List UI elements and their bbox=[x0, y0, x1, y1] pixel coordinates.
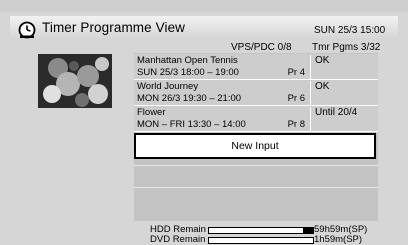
programme-name: Manhattan Open Tennis bbox=[137, 55, 238, 66]
vps-pdc-count: VPS/PDC 0/8 bbox=[231, 42, 292, 53]
programme-schedule: MON 26/3 19:30 – 21:00 bbox=[137, 93, 242, 104]
hdd-remain-fill bbox=[302, 228, 313, 233]
programme-schedule: SUN 25/3 18:00 – 19:00 bbox=[137, 67, 239, 78]
programme-schedule: MON – FRI 13:30 – 14:00 bbox=[137, 119, 246, 130]
current-datetime: SUN 25/3 15:00 bbox=[314, 25, 386, 36]
list-item[interactable]: World Journey MON 26/3 19:30 – 21:00 Pr … bbox=[134, 80, 378, 106]
list-item[interactable]: Flower MON – FRI 13:30 – 14:00 Pr 8 Unti… bbox=[134, 106, 378, 132]
row-divider bbox=[134, 187, 378, 188]
row-divider bbox=[134, 165, 378, 166]
programme-channel: Pr 6 bbox=[287, 93, 305, 104]
programme-status: OK bbox=[315, 55, 330, 66]
page-title: Timer Programme View bbox=[42, 20, 186, 35]
dvd-remain-value: 1h59m(SP) bbox=[314, 234, 363, 245]
programme-status: Until 20/4 bbox=[315, 107, 358, 118]
programme-status: OK bbox=[315, 81, 330, 92]
top-band bbox=[0, 0, 408, 12]
programme-name: Flower bbox=[137, 107, 166, 118]
dvd-remain-label: DVD Remain bbox=[150, 234, 206, 245]
list-item[interactable]: Manhattan Open Tennis SUN 25/3 18:00 – 1… bbox=[134, 54, 378, 80]
programme-preview-thumbnail bbox=[38, 54, 112, 108]
dvd-remain-bar bbox=[208, 237, 314, 244]
timer-programmes-count: Tmr Pgms 3/32 bbox=[312, 42, 381, 53]
new-input-button[interactable]: New Input bbox=[134, 133, 376, 159]
clock-icon bbox=[18, 21, 36, 39]
hdd-remain-bar bbox=[208, 227, 314, 234]
programme-name: World Journey bbox=[137, 81, 199, 92]
programme-channel: Pr 8 bbox=[287, 119, 305, 130]
programme-channel: Pr 4 bbox=[287, 67, 305, 78]
